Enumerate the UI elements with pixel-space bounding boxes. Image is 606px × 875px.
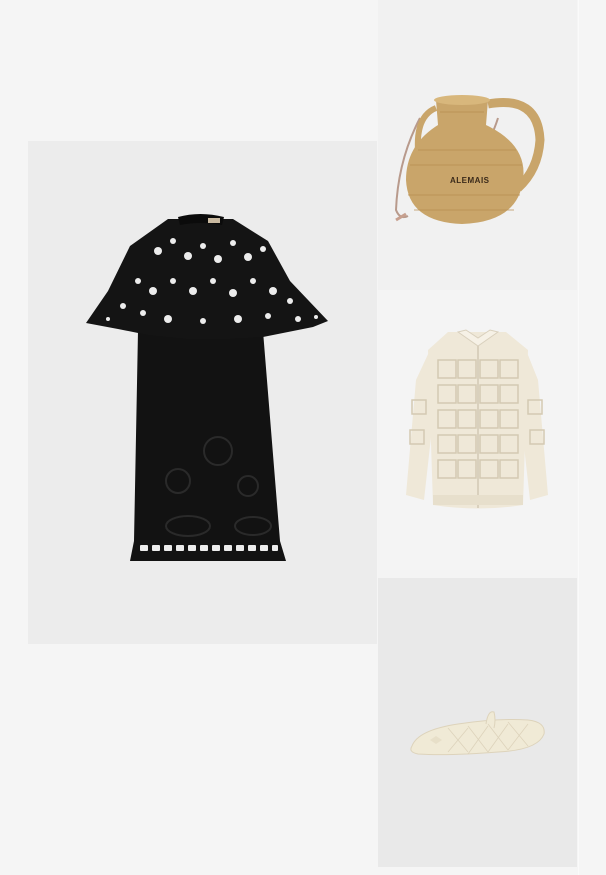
empty-space-top — [28, 0, 377, 141]
product-card-dress[interactable] — [28, 141, 377, 644]
empty-space-bottom — [28, 644, 377, 875]
brand-logo-text: ALEMAIS — [450, 176, 490, 185]
product-card-ballet-flat[interactable] — [378, 578, 577, 867]
product-card-cardigan[interactable] — [378, 290, 577, 578]
dress-image — [86, 214, 328, 561]
divider — [578, 0, 579, 875]
cardigan-image — [406, 329, 548, 509]
flat-image — [410, 711, 545, 756]
product-card-bag[interactable]: ALEMAIS — [378, 0, 577, 290]
bag-image — [394, 95, 545, 224]
